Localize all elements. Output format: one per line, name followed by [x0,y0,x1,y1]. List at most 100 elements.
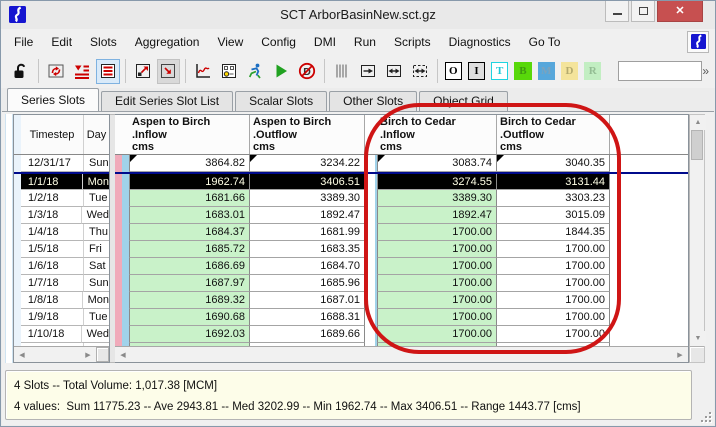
menu-scripts[interactable]: Scripts [385,32,440,52]
scroll-track[interactable] [131,347,672,362]
value-cell[interactable]: 1687.01 [250,292,365,309]
left-pane-hscrollbar[interactable]: ◀ ▶ [14,346,109,362]
column-header[interactable]: Birch to Cedar.Outflowcms [497,115,610,154]
value-cell[interactable]: 1686.69 [129,258,250,275]
day-cell[interactable]: Wed [81,207,109,224]
resize-grip[interactable] [699,410,711,422]
swap-rows-columns-icon[interactable] [44,59,68,84]
value-cell[interactable]: 1892.47 [377,207,497,224]
day-cell[interactable]: Sat [83,258,109,275]
value-cell[interactable]: 1700.00 [497,292,610,309]
value-cell[interactable]: 1683.01 [129,207,250,224]
value-cell[interactable]: 1700.00 [497,258,610,275]
value-cell[interactable]: 3234.22 [250,155,365,172]
menu-go-to[interactable]: Go To [520,32,570,52]
scroll-track[interactable] [30,347,80,362]
day-header[interactable]: Day [83,115,109,154]
day-cell[interactable]: Tue [83,309,109,326]
value-cell[interactable]: 1690.68 [129,309,250,326]
tab-edit-series-slot-list[interactable]: Edit Series Slot List [101,91,233,111]
timestep-cell[interactable]: 1/4/18 [21,224,83,241]
slot-dialog-icon[interactable] [217,59,241,84]
menu-edit[interactable]: Edit [42,32,81,52]
run-control-icon[interactable] [243,59,267,84]
flag-i-button[interactable]: I [468,62,485,80]
splitter-handle[interactable] [96,347,109,362]
column-header[interactable]: Aspen to Birch.Outflowcms [250,115,365,154]
flag-r-button[interactable]: R [584,62,601,80]
scroll-down-icon[interactable]: ▼ [690,331,706,346]
expand-cell-icon[interactable] [131,59,155,84]
value-cell[interactable]: 3131.44 [497,174,610,190]
value-cell[interactable]: 1684.37 [129,224,250,241]
value-cell[interactable]: 1700.00 [377,326,497,343]
flag-t-button[interactable]: T [491,62,508,80]
scroll-up-icon[interactable]: ▲ [690,115,706,130]
value-cell[interactable]: 3406.51 [250,174,365,190]
timestep-cell[interactable]: 1/6/18 [21,258,83,275]
value-cell[interactable]: 1683.35 [250,241,365,258]
day-cell[interactable]: Mon [82,174,109,190]
fit-column-width-icon[interactable] [382,59,406,84]
value-cell[interactable]: 1700.00 [497,326,610,343]
timestep-header[interactable]: Timestep [21,115,83,154]
timestep-cell[interactable]: 1/9/18 [21,309,83,326]
timestep-cell[interactable]: 1/3/18 [21,207,81,224]
day-cell[interactable]: Mon [82,292,109,309]
value-cell[interactable]: 1681.66 [129,190,250,207]
close-button[interactable]: ✕ [657,1,703,22]
value-cell[interactable]: 1700.00 [377,275,497,292]
flag-b-button[interactable]: B [514,62,531,80]
timestep-cell[interactable]: 1/2/18 [21,190,83,207]
value-cell[interactable]: 1844.35 [497,224,610,241]
value-cell[interactable]: 1681.99 [250,224,365,241]
value-cell[interactable]: 1689.32 [129,292,250,309]
maximize-button[interactable] [631,1,655,22]
value-cell[interactable]: 1700.00 [497,309,610,326]
lock-icon[interactable] [9,59,33,84]
riverware-button[interactable] [687,31,709,53]
row-display-icon[interactable] [96,59,120,84]
overflow-chevron[interactable]: » [702,64,707,78]
start-run-icon[interactable] [269,59,293,84]
value-cell[interactable]: 1687.97 [129,275,250,292]
tab-other-slots[interactable]: Other Slots [329,91,417,111]
timestep-cell[interactable]: 1/8/18 [21,292,82,309]
scroll-track[interactable] [690,160,704,331]
value-cell[interactable]: 3389.30 [377,190,497,207]
value-cell[interactable]: 1684.70 [250,258,365,275]
value-cell[interactable]: 3015.09 [497,207,610,224]
flag-m-button[interactable]: M [538,62,555,80]
minimize-button[interactable] [605,1,629,22]
value-cell[interactable]: 1692.03 [129,326,250,343]
menu-file[interactable]: File [5,32,42,52]
column-lines-icon[interactable] [330,59,354,84]
menu-config[interactable]: Config [252,32,305,52]
day-cell[interactable]: Sun [83,275,109,292]
value-cell[interactable]: 1700.00 [497,241,610,258]
value-cell[interactable]: 3389.30 [250,190,365,207]
value-cell[interactable]: 1700.00 [497,275,610,292]
shrink-cell-icon[interactable] [157,59,181,84]
value-cell[interactable]: 1685.96 [250,275,365,292]
scroll-left-icon[interactable]: ◀ [14,347,30,362]
timestep-cell[interactable]: 1/7/18 [21,275,83,292]
value-cell[interactable]: 1700.00 [377,241,497,258]
menu-dmi[interactable]: DMI [305,32,345,52]
value-cell[interactable]: 1700.00 [377,309,497,326]
day-cell[interactable]: Tue [83,190,109,207]
value-cell[interactable]: 1892.47 [250,207,365,224]
value-cell[interactable]: 1700.00 [377,258,497,275]
day-cell[interactable]: Fri [83,241,109,258]
flag-o-button[interactable]: O [445,62,462,80]
menu-diagnostics[interactable]: Diagnostics [440,32,520,52]
value-cell[interactable]: 1689.66 [250,326,365,343]
value-cell[interactable]: 3864.82 [129,155,250,172]
column-header[interactable]: Aspen to Birch.Inflowcms [129,115,250,154]
flag-d-button[interactable]: D [561,62,578,80]
column-header[interactable]: Birch to Cedar.Inflowcms [377,115,497,154]
menu-view[interactable]: View [208,32,252,52]
fit-all-columns-icon[interactable] [408,59,432,84]
timestep-cell[interactable]: 1/10/18 [21,326,81,343]
tab-series-slots[interactable]: Series Slots [7,88,99,111]
